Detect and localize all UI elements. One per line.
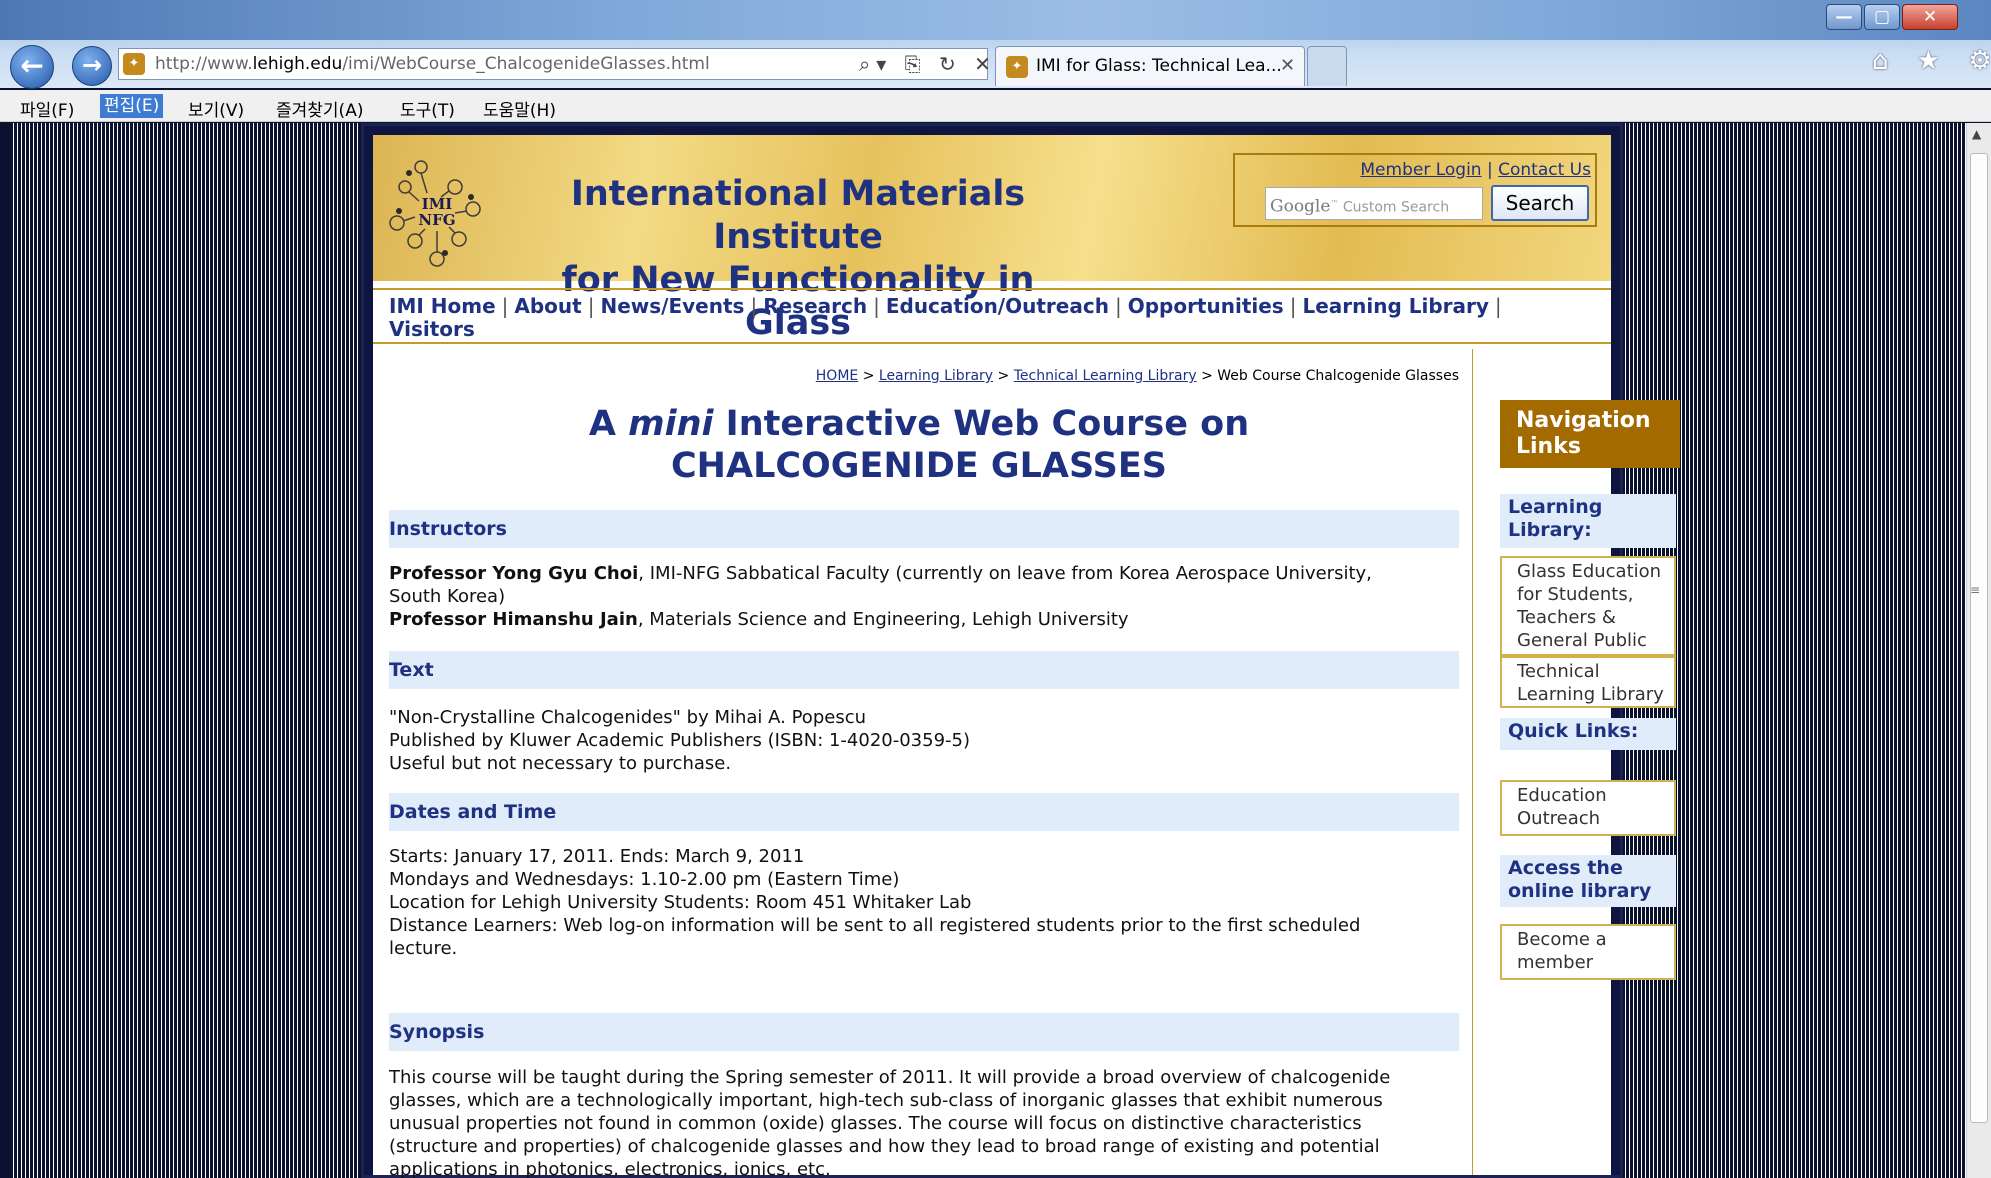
google-brand-text: Google — [1270, 196, 1331, 217]
nav-research[interactable]: Research — [763, 294, 867, 318]
browser-chrome: — ▢ ✕ ← → ✦ http://www.lehigh.edu/imi/We… — [0, 0, 1991, 89]
imi-nfg-logo: IMI NFG — [389, 160, 481, 267]
contact-us-link[interactable]: Contact Us — [1498, 160, 1591, 180]
scroll-thumb[interactable] — [1970, 153, 1988, 1123]
search-button[interactable]: Search — [1491, 185, 1589, 221]
menu-edit[interactable]: 편집(E) — [100, 94, 164, 118]
menu-bar: 파일(F) 편집(E) 보기(V) 즐겨찾기(A) 도구(T) 도움말(H) — [0, 90, 1991, 122]
home-favorites-settings-icons[interactable]: ⌂ ★ ⚙ — [1872, 46, 1991, 76]
new-tab-button[interactable] — [1307, 46, 1347, 86]
nav-separator: | — [1289, 294, 1297, 318]
breadcrumb-technical-library[interactable]: Technical Learning Library — [1014, 368, 1197, 384]
breadcrumb-current: Web Course Chalcogenide Glasses — [1217, 368, 1459, 384]
minimize-button[interactable]: — — [1826, 4, 1862, 30]
nav-separator: | — [1114, 294, 1122, 318]
forward-button[interactable]: → — [72, 46, 112, 86]
breadcrumb-sep: > — [862, 368, 875, 384]
sidebar-glass-education-link[interactable]: Glass Education for Students, Teachers &… — [1500, 556, 1676, 656]
close-window-button[interactable]: ✕ — [1902, 4, 1958, 30]
search-placeholder: Custom Search — [1342, 199, 1450, 216]
logo-text-nfg: NFG — [418, 211, 455, 229]
section-heading-text: Text — [389, 651, 1459, 689]
nav-opportunities[interactable]: Opportunities — [1128, 294, 1284, 318]
menu-view[interactable]: 보기(V) — [188, 96, 244, 121]
member-search-box: Member Login | Contact Us Google™ Custom… — [1233, 153, 1597, 227]
sidebar-learning-library-heading: Learning Library: — [1500, 494, 1676, 548]
nav-about[interactable]: About — [514, 294, 581, 318]
section-heading-dates: Dates and Time — [389, 793, 1459, 831]
vertical-scrollbar[interactable]: ▲ ≡ — [1966, 123, 1991, 1178]
course-title: A mini Interactive Web Course on CHALCOG… — [588, 404, 1250, 486]
tab-favicon-icon: ✦ — [1006, 56, 1028, 78]
nav-separator: | — [1494, 294, 1502, 318]
navigation-links-heading: Navigation Links — [1500, 400, 1680, 468]
nav-visitors[interactable]: Visitors — [389, 317, 475, 341]
search-input[interactable]: Google™ Custom Search — [1265, 187, 1483, 220]
url-text[interactable]: http://www.lehigh.edu/imi/WebCourse_Chal… — [155, 54, 710, 74]
member-login-link[interactable]: Member Login — [1360, 160, 1481, 180]
member-separator: | — [1487, 160, 1493, 180]
breadcrumb-sep: > — [1201, 368, 1213, 384]
nav-separator: | — [873, 294, 880, 318]
nav-learning-library[interactable]: Learning Library — [1302, 294, 1488, 318]
scroll-up-icon[interactable]: ▲ — [1972, 127, 1981, 141]
nav-imi-home[interactable]: IMI Home — [389, 294, 496, 318]
scroll-grip-icon: ≡ — [1970, 583, 1981, 597]
page-viewport: IMI NFG International Materials Institut… — [10, 123, 1966, 1178]
nav-separator: | — [587, 294, 595, 318]
back-button[interactable]: ← — [10, 45, 54, 89]
column-divider — [1472, 349, 1473, 1175]
breadcrumb: HOME > Learning Library > Technical Lear… — [389, 368, 1459, 384]
breadcrumb-sep: > — [997, 368, 1010, 384]
nav-separator: | — [750, 294, 758, 318]
menu-help[interactable]: 도움말(H) — [483, 96, 556, 121]
site-banner: IMI NFG International Materials Institut… — [373, 135, 1611, 343]
tab-close-icon[interactable]: ✕ — [1280, 55, 1295, 76]
site-favicon-icon: ✦ — [123, 53, 145, 75]
tab-title: IMI for Glass: Technical Lea... — [1036, 56, 1282, 76]
sidebar-quick-links-heading: Quick Links: — [1500, 718, 1676, 750]
menu-tools[interactable]: 도구(T) — [400, 96, 455, 121]
nav-education-outreach[interactable]: Education/Outreach — [886, 294, 1109, 318]
nav-separator: | — [501, 294, 509, 318]
menu-favorites[interactable]: 즐겨찾기(A) — [276, 96, 363, 121]
maximize-button[interactable]: ▢ — [1864, 4, 1900, 30]
main-navigation: IMI Home | About | News/Events | Research | Educ… — [373, 288, 1611, 344]
page-frame: IMI NFG International Materials Institut… — [361, 123, 1680, 1178]
synopsis-body: This course will be taught during the Sp… — [389, 1067, 1391, 1178]
menu-file[interactable]: 파일(F) — [20, 96, 74, 121]
breadcrumb-home[interactable]: HOME — [816, 368, 858, 384]
address-tools-icons[interactable]: ⌕▾ ⎘ ↻ ✕ — [859, 52, 997, 76]
sidebar-technical-library-link[interactable]: Technical Learning Library — [1500, 656, 1676, 708]
sidebar-education-outreach-link[interactable]: Education Outreach — [1500, 780, 1676, 836]
address-bar[interactable]: ✦ http://www.lehigh.edu/imi/WebCourse_Ch… — [118, 48, 991, 80]
dates-section-body: Starts: January 17, 2011. Ends: March 9,… — [389, 846, 1361, 959]
section-heading-instructors: Instructors — [389, 510, 1459, 548]
browser-tab[interactable]: ✦ IMI for Glass: Technical Lea... ✕ — [995, 46, 1305, 86]
sidebar-access-library-link[interactable]: Access the online library — [1500, 855, 1676, 907]
page-content: IMI NFG International Materials Institut… — [373, 135, 1680, 1178]
nav-news-events[interactable]: News/Events — [600, 294, 744, 318]
sidebar-become-member-link[interactable]: Become a member — [1500, 924, 1676, 980]
window-titlebar — [0, 0, 1991, 40]
instructors-text: Professor Yong Gyu Choi, IMI-NFG Sabbati… — [389, 563, 1372, 630]
section-heading-synopsis: Synopsis — [389, 1013, 1459, 1051]
breadcrumb-learning-library[interactable]: Learning Library — [879, 368, 993, 384]
member-links: Member Login | Contact Us — [1235, 160, 1591, 180]
text-section-body: "Non-Crystalline Chalcogenides" by Mihai… — [389, 707, 971, 774]
